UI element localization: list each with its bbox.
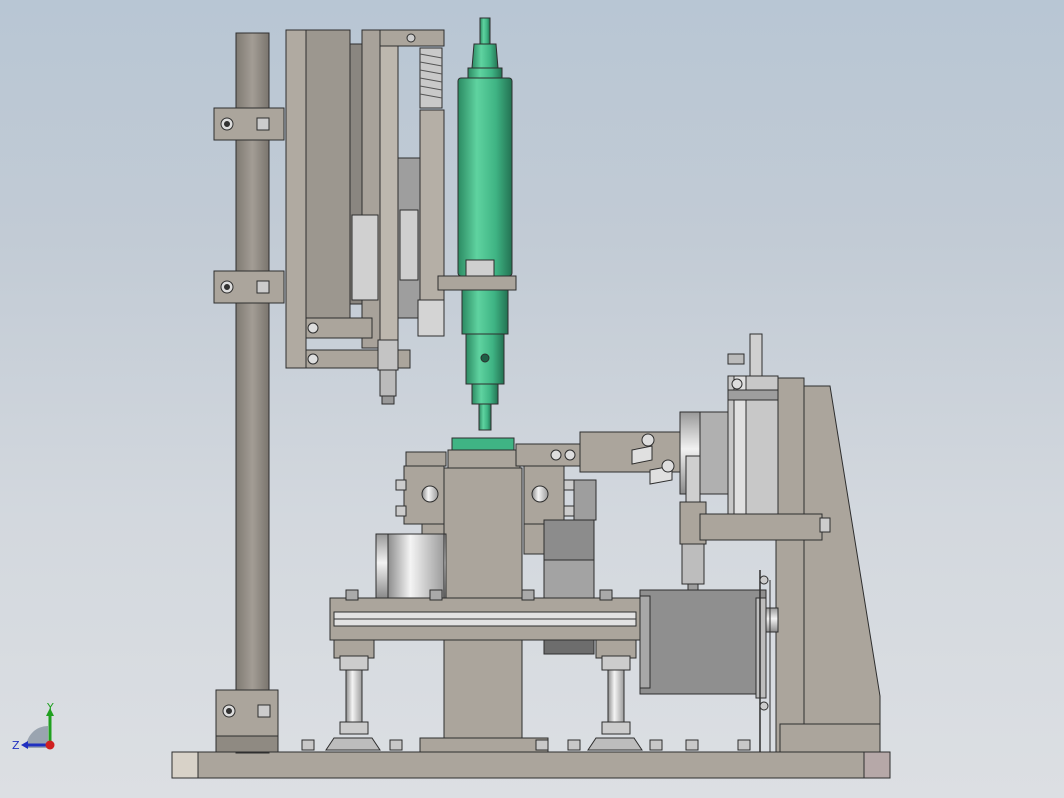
left-column[interactable] (215, 32, 279, 754)
lower-motor-left[interactable] (375, 533, 447, 599)
base-bolts (301, 715, 855, 751)
leveling-foot-right[interactable] (587, 639, 643, 751)
base-plate[interactable] (171, 751, 891, 779)
column-clamp-lower[interactable] (213, 270, 285, 304)
horizontal-bracket[interactable] (699, 513, 831, 541)
linear-rail[interactable] (329, 589, 641, 641)
return-spring (419, 47, 443, 109)
pivot-arm[interactable] (579, 431, 681, 485)
column-clamp-upper[interactable] (213, 107, 285, 141)
cad-viewport[interactable]: Y Z (0, 0, 1064, 798)
triad-y-label: Y (46, 701, 54, 714)
triad-x-origin (45, 740, 55, 750)
triad-z-label: Z (12, 739, 20, 752)
pneumatic-cylinder[interactable] (727, 333, 779, 517)
leveling-foot-left[interactable] (325, 639, 381, 751)
spindle-motor[interactable] (437, 17, 517, 431)
right-upright[interactable] (775, 377, 881, 753)
triad-z-arrow (21, 741, 28, 749)
coordinate-triad: Y Z (12, 701, 55, 752)
servo-motor[interactable] (639, 570, 779, 752)
vertical-slide-assembly[interactable] (285, 29, 445, 405)
machine-assembly-drawing[interactable]: Y Z (0, 0, 1064, 798)
